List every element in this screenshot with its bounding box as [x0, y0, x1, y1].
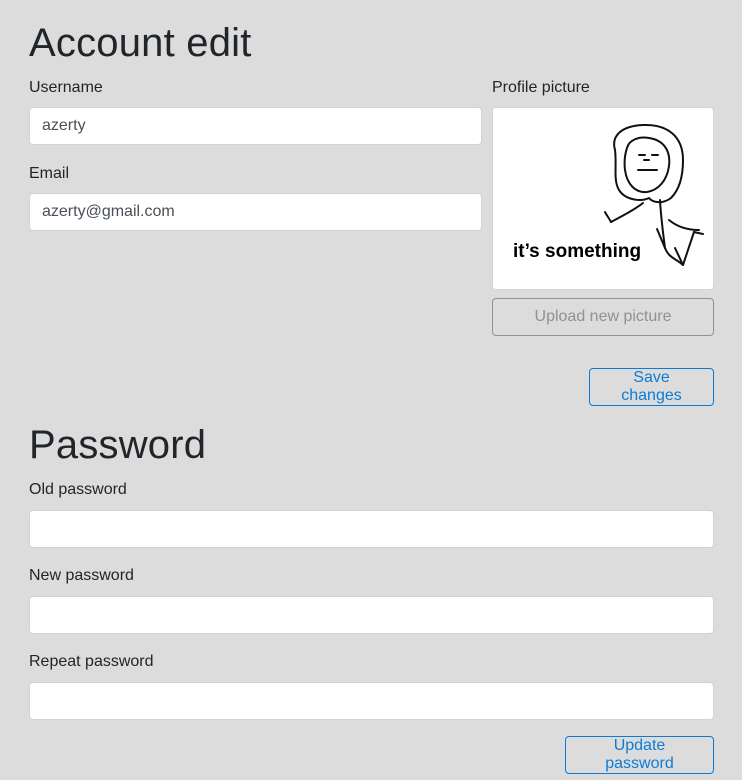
username-input[interactable] — [29, 107, 482, 145]
email-label: Email — [29, 165, 70, 182]
password-title: Password — [29, 423, 207, 467]
profile-picture-label: Profile picture — [492, 79, 590, 96]
repeat-password-input[interactable] — [29, 682, 714, 720]
username-label: Username — [29, 79, 103, 96]
old-password-input[interactable] — [29, 510, 714, 548]
save-changes-button[interactable]: Save changes — [589, 368, 714, 406]
account-edit-title: Account edit — [29, 21, 252, 65]
old-password-label: Old password — [29, 481, 127, 498]
new-password-label: New password — [29, 567, 134, 584]
update-password-button[interactable]: Update password — [565, 736, 714, 774]
email-input[interactable] — [29, 193, 482, 231]
new-password-input[interactable] — [29, 596, 714, 634]
repeat-password-label: Repeat password — [29, 653, 154, 670]
profile-picture: it’s something — [492, 107, 714, 290]
upload-picture-button[interactable]: Upload new picture — [492, 298, 714, 336]
picture-caption: it’s something — [513, 241, 642, 262]
